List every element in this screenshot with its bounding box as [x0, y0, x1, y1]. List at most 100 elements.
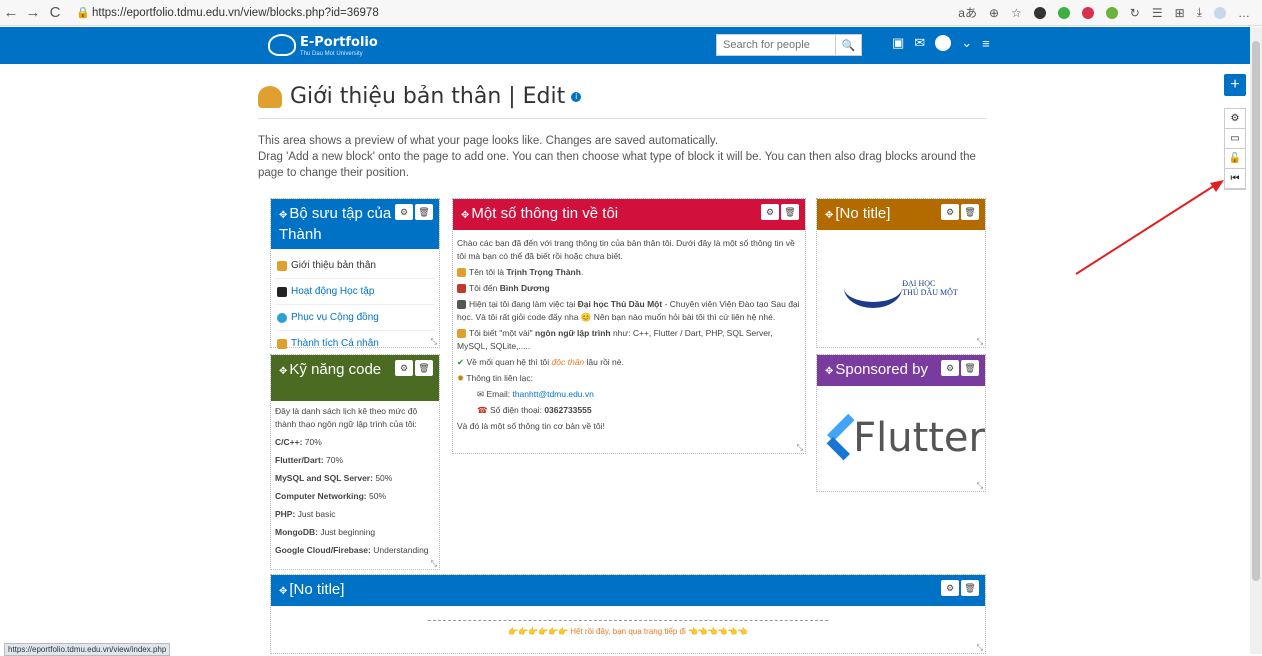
move-icon[interactable]: ✥	[825, 366, 833, 377]
delete-icon[interactable]: 🗑	[415, 360, 433, 376]
refresh-icon[interactable]: ↻	[1130, 6, 1140, 20]
info-icon[interactable]: i	[571, 91, 582, 102]
pointing-icons: 👉👉👉👉👉👉	[508, 627, 571, 636]
read-aloud-icon[interactable]: aあ	[958, 4, 977, 21]
browser-extension-icons: aあ ⊕ ☆ ↻ ☰ ⊞ ⤓ …	[958, 4, 1262, 21]
resize-handle[interactable]: ⤡	[431, 559, 437, 569]
scroll-thumb[interactable]	[1252, 41, 1260, 581]
list-item-label: Thành tích Cá nhân	[291, 338, 379, 349]
flag-icon[interactable]: ▣	[892, 35, 904, 51]
status-url: https://eportfolio.tdmu.edu.vn/view/inde…	[4, 643, 171, 656]
intro-line: Drag 'Add a new block' onto the page to …	[258, 151, 976, 179]
block-header[interactable]: ✥ Kỹ năng code ⚙ 🗑	[271, 355, 439, 401]
info-block[interactable]: ✥ Một số thông tin về tôi ⚙ 🗑 Chào các bạn…	[452, 198, 806, 454]
footer-text: Hết rồi đây, bạn qua trang tiếp đi	[570, 627, 686, 636]
move-icon[interactable]: ✥	[279, 210, 287, 221]
move-icon[interactable]: ✥	[461, 210, 469, 221]
resize-handle[interactable]: ⤡	[977, 337, 983, 347]
extension-icon[interactable]	[1105, 6, 1118, 19]
email-link[interactable]: thanhtt@tdmu.edu.vn	[512, 389, 593, 399]
university-logo-block[interactable]: ✥ [No title] ⚙ 🗑 ĐẠI HỌC THỦ DẦU MỘT ⤡	[816, 198, 986, 348]
back-button[interactable]: ←	[0, 4, 22, 21]
globe-icon	[277, 312, 287, 323]
download-icon[interactable]: ⤓	[1197, 5, 1202, 20]
delete-icon[interactable]: 🗑	[415, 204, 433, 220]
people-search: 🔍	[716, 34, 862, 56]
block-header[interactable]: ✥ Một số thông tin về tôi ⚙ 🗑	[453, 199, 805, 230]
resize-handle[interactable]: ⤡	[431, 337, 437, 347]
extension-icon[interactable]	[1057, 6, 1070, 19]
skills-intro: Đây là danh sách lịch kê theo mức độ thà…	[275, 406, 418, 429]
eportfolio-logo[interactable]: E-Portfolio Thu Dau Mot University	[268, 31, 378, 59]
settings-icon[interactable]: ⚙	[941, 204, 959, 220]
label: Tôi biết "một vài"	[469, 328, 536, 338]
label: Tên tôi là	[469, 267, 507, 277]
resize-handle[interactable]: ⤡	[977, 481, 983, 491]
info-from-line: Tôi đến Bình Dương	[457, 282, 801, 295]
sponsored-block[interactable]: ✥ Sponsored by ⚙ 🗑 Flutter ⤡	[816, 354, 986, 492]
info-paragraph: Chào các bạn đã đến với trang thông tin …	[457, 238, 795, 261]
unlock-icon[interactable]: 🔓	[1225, 149, 1245, 169]
zoom-icon[interactable]: ⊕	[989, 6, 999, 20]
forward-button[interactable]: →	[22, 4, 44, 21]
settings-icon[interactable]: ⚙	[941, 580, 959, 596]
adblock-icon[interactable]	[1081, 6, 1094, 19]
add-block-button[interactable]: +	[1224, 74, 1246, 96]
mail-icon[interactable]: ✉	[914, 35, 925, 51]
settings-icon[interactable]: ⚙	[761, 204, 779, 220]
list-item[interactable]: Giới thiệu bản thân	[275, 253, 435, 279]
profile-avatar-icon[interactable]	[1214, 6, 1226, 19]
skill-name: MongoDB:	[275, 527, 318, 537]
resize-handle[interactable]: ⤡	[977, 643, 983, 653]
delete-icon[interactable]: 🗑	[961, 204, 979, 220]
reload-button[interactable]: C	[44, 4, 66, 21]
settings-icon[interactable]: ⚙	[941, 360, 959, 376]
contact-label: Thông tin liên lạc:	[466, 373, 533, 383]
move-icon[interactable]: ✥	[279, 366, 287, 377]
user-avatar[interactable]	[935, 35, 952, 51]
collection-block[interactable]: ✥ Bộ sưu tập của Thành ⚙ 🗑 Giới thiệu bản …	[270, 198, 440, 357]
search-icon[interactable]: 🔍	[835, 35, 861, 55]
display-icon[interactable]: ▭	[1225, 129, 1245, 149]
skill-level: Understanding	[370, 545, 429, 555]
delete-icon[interactable]: 🗑	[781, 204, 799, 220]
list-item[interactable]: Phục vụ Cộng đồng	[275, 305, 435, 331]
chevron-down-icon[interactable]: ⌄	[961, 35, 972, 51]
skill-name: C/C++:	[275, 437, 303, 447]
favorite-icon[interactable]: ☆	[1011, 6, 1022, 20]
annotation-arrow	[1075, 180, 1224, 275]
user-icon	[277, 260, 287, 271]
page-scrollbar[interactable]	[1250, 27, 1262, 654]
lock-icon: 🔒	[76, 7, 90, 19]
collections-icon[interactable]: ⊞	[1175, 6, 1185, 20]
logo-icon	[268, 34, 296, 56]
settings-icon[interactable]: ⚙	[395, 204, 413, 220]
block-title: Một số thông tin về tôi	[471, 205, 619, 222]
extension-icon[interactable]	[1033, 6, 1046, 19]
menu-icon[interactable]: ≡	[982, 36, 990, 51]
favorites-bar-icon[interactable]: ☰	[1152, 6, 1163, 20]
person-icon	[457, 284, 466, 294]
list-item[interactable]: Hoạt động Học tập	[275, 279, 435, 305]
skill-name: MySQL and SQL Server:	[275, 473, 373, 483]
move-icon[interactable]: ✥	[279, 586, 287, 597]
skills-block[interactable]: ✥ Kỹ năng code ⚙ 🗑 Đây là danh sách lịch k…	[270, 354, 440, 570]
list-item-label: Giới thiệu bản thân	[291, 260, 376, 271]
settings-icon[interactable]: ⚙	[1225, 109, 1245, 129]
resize-handle[interactable]: ⤡	[797, 443, 803, 453]
settings-icon[interactable]: ⚙	[395, 360, 413, 376]
block-header[interactable]: ✥ [No title] ⚙ 🗑	[271, 575, 985, 606]
search-input[interactable]	[717, 35, 835, 55]
delete-icon[interactable]: 🗑	[961, 360, 979, 376]
block-header[interactable]: ✥ Bộ sưu tập của Thành ⚙ 🗑	[271, 199, 439, 249]
footer-block[interactable]: ✥ [No title] ⚙ 🗑 👉👉👉👉👉👉 Hết rồi đây, bạn q…	[270, 574, 986, 654]
more-icon[interactable]: …	[1238, 6, 1250, 20]
page-title-text: Giới thiệu bản thân | Edit	[290, 84, 566, 109]
address-bar[interactable]: 🔒 https://eportfolio.tdmu.edu.vn/view/bl…	[76, 3, 846, 23]
block-header[interactable]: ✥ Sponsored by ⚙ 🗑	[817, 355, 985, 386]
block-title: [No title]	[289, 581, 345, 598]
move-icon[interactable]: ✥	[825, 210, 833, 221]
delete-icon[interactable]: 🗑	[961, 580, 979, 596]
block-header[interactable]: ✥ [No title] ⚙ 🗑	[817, 199, 985, 230]
flutter-logo: Flutter	[817, 386, 985, 490]
